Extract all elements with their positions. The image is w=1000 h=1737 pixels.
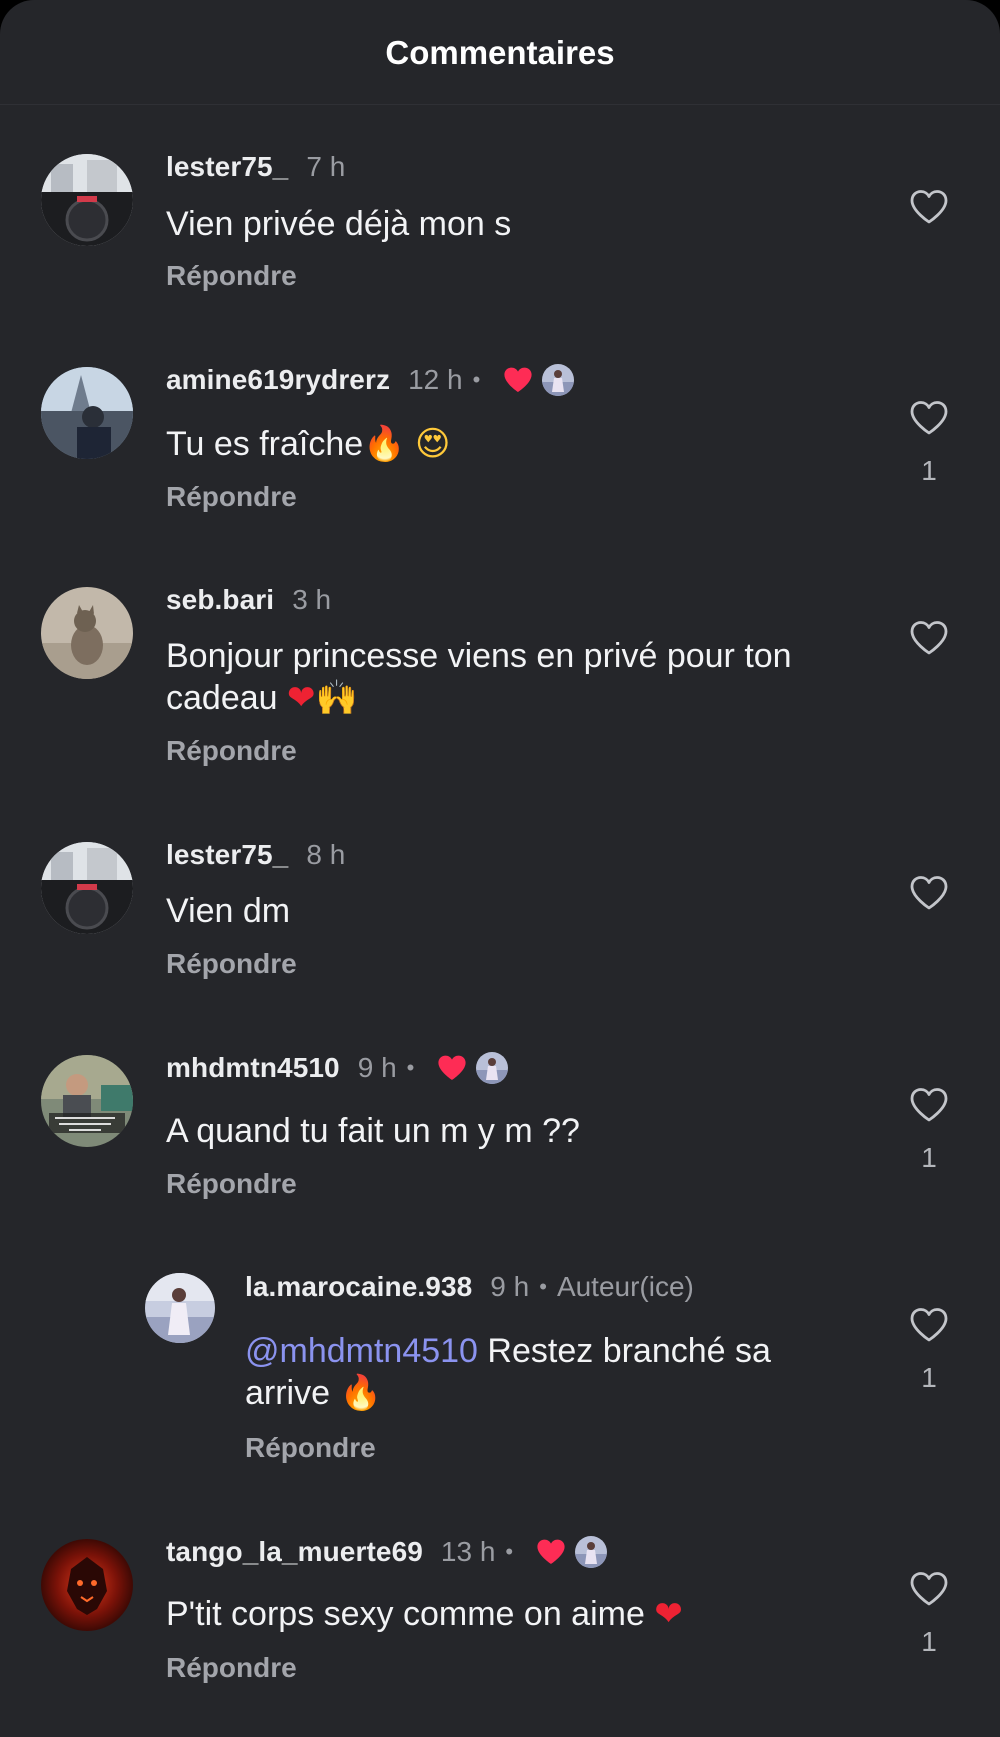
heart-outline-icon (910, 1572, 948, 1606)
avatar[interactable] (41, 842, 133, 934)
comment-time: 12 h (408, 364, 463, 395)
heart-outline-icon (910, 1088, 948, 1122)
comment-text-body: Vien dm (166, 892, 291, 930)
comment-text: Vien privée déjà mon s (166, 203, 806, 245)
comment-time: 7 h (306, 151, 346, 182)
reply-button[interactable]: Répondre (245, 1432, 376, 1464)
sheet-header: Commentaires (0, 0, 1000, 105)
like-count: 1 (921, 1142, 937, 1173)
avatar[interactable] (145, 1273, 215, 1343)
reply-button[interactable]: Répondre (166, 260, 297, 292)
comment-time: 9 h (357, 1052, 397, 1083)
avatar[interactable] (41, 587, 133, 679)
separator-dot: • (539, 1274, 547, 1299)
comment-text: Tu es fraîche🔥 😍 (166, 423, 806, 465)
creator-avatar-mini (542, 364, 575, 396)
comment-username[interactable]: tango_la_muerte69 (166, 1536, 423, 1568)
comment-meta: tango_la_muerte69 13 h • (166, 1535, 608, 1569)
like-button[interactable] (903, 613, 955, 663)
comment-time: 8 h (306, 839, 346, 870)
creator-liked-heart-icon (537, 1539, 565, 1564)
author-badge: Auteur(ice) (556, 1271, 694, 1302)
comment-username[interactable]: lester75_ (166, 151, 288, 183)
avatar[interactable] (41, 1055, 133, 1147)
like-button[interactable] (903, 868, 955, 918)
like-button[interactable] (903, 182, 955, 232)
comment-text: A quand tu fait un m y m ?? (166, 1110, 806, 1152)
comment-text-body: Bonjour princesse viens en privé pour to… (166, 637, 792, 717)
reply-button[interactable]: Répondre (166, 481, 297, 513)
emoji-spacer (406, 425, 415, 463)
like-button[interactable] (903, 1564, 955, 1614)
raising-hands-emoji: 🙌 (315, 678, 358, 718)
comment-meta: la.marocaine.938 9 h • Auteur(ice) (245, 1270, 694, 1304)
creator-liked-heart-icon (504, 367, 532, 392)
comment-text: Vien dm (166, 890, 806, 932)
heart-outline-icon (910, 401, 948, 435)
red-heart-emoji: ❤ (287, 678, 316, 718)
like-count: 1 (921, 1626, 937, 1657)
comment-meta: lester75_ 8 h (166, 838, 345, 872)
comment-username[interactable]: amine619rydrerz (166, 364, 390, 396)
separator-dot: • (406, 1055, 415, 1080)
comment-text: Bonjour princesse viens en privé pour to… (166, 635, 806, 719)
comment-username[interactable]: seb.bari (166, 584, 274, 616)
comment-time: 9 h (490, 1271, 530, 1302)
fire-emoji: 🔥 (339, 1373, 382, 1413)
like-button[interactable] (903, 1300, 955, 1350)
reply-button[interactable]: Répondre (166, 1168, 297, 1200)
heart-outline-icon (910, 190, 948, 224)
heart-outline-icon (910, 876, 948, 910)
reply-button[interactable]: Répondre (166, 948, 297, 980)
comment-meta: seb.bari 3 h (166, 583, 331, 617)
separator-dot: • (505, 1539, 514, 1564)
comment-username[interactable]: la.marocaine.938 (245, 1271, 472, 1303)
creator-avatar-mini (575, 1536, 608, 1568)
comment-username[interactable]: mhdmtn4510 (166, 1052, 340, 1084)
comment-time: 13 h (440, 1536, 496, 1567)
comment-text-body: Vien privée déjà mon s (166, 205, 512, 243)
like-button[interactable] (903, 1080, 955, 1130)
comment-text-body: Tu es fraîche (166, 425, 364, 463)
comment-text: @mhdmtn4510 Restez branché sa arrive 🔥 (245, 1330, 825, 1414)
comment-meta: lester75_ 7 h (166, 150, 345, 184)
creator-liked-heart-icon (438, 1055, 466, 1080)
like-button[interactable] (903, 393, 955, 443)
heart-outline-icon (910, 621, 948, 655)
comment-text-body: A quand tu fait un m y m ?? (166, 1112, 580, 1150)
comment-text: P'tit corps sexy comme on aime ❤ (166, 1593, 806, 1635)
comment-time: 3 h (292, 584, 332, 615)
reply-button[interactable]: Répondre (166, 735, 297, 767)
avatar[interactable] (41, 154, 133, 246)
avatar[interactable] (41, 1539, 133, 1631)
separator-dot: • (472, 367, 481, 392)
mention-link[interactable]: @mhdmtn4510 (245, 1332, 478, 1370)
comments-sheet: Commentaires lester75_ 7 h Vien privée d… (0, 0, 1000, 1737)
heart-eyes-emoji: 😍 (414, 424, 451, 464)
reply-button[interactable]: Répondre (166, 1652, 297, 1684)
comment-username[interactable]: lester75_ (166, 839, 288, 871)
avatar[interactable] (41, 367, 133, 459)
like-count: 1 (921, 1362, 937, 1393)
like-count: 1 (921, 455, 937, 486)
sheet-title: Commentaires (385, 34, 615, 71)
fire-emoji: 🔥 (363, 424, 406, 464)
comment-meta: amine619rydrerz 12 h • (166, 363, 575, 397)
comment-text-body: P'tit corps sexy comme on aime (166, 1595, 655, 1633)
heart-outline-icon (910, 1308, 948, 1342)
comment-meta: mhdmtn4510 9 h • (166, 1051, 509, 1085)
creator-avatar-mini (476, 1052, 509, 1084)
red-heart-emoji: ❤ (654, 1594, 683, 1634)
